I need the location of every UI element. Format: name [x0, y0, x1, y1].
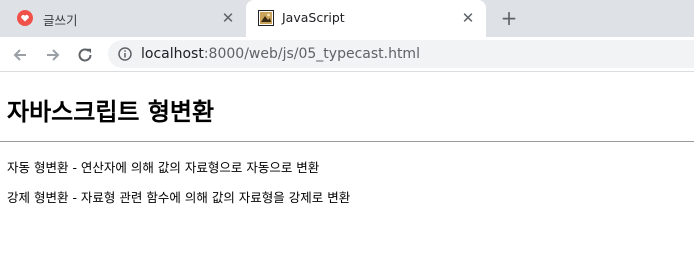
info-icon[interactable]	[118, 47, 132, 61]
address-bar[interactable]: localhost:8000/web/js/05_typecast.html	[108, 40, 694, 68]
image-favicon-icon	[258, 10, 274, 26]
browser-toolbar: localhost:8000/web/js/05_typecast.html	[0, 37, 694, 72]
forward-button[interactable]	[41, 43, 65, 67]
url-path: :8000/web/js/05_typecast.html	[203, 46, 420, 62]
paragraph-forced-cast: 강제 형변환 - 자료형 관련 함수에 의해 값의 자료형을 강제로 변환	[7, 190, 351, 205]
arrow-left-icon	[13, 49, 26, 61]
tab-javascript[interactable]: JavaScript ✕	[246, 0, 486, 37]
new-tab-plus-icon[interactable]: +	[498, 7, 520, 29]
tab-title: JavaScript	[282, 10, 345, 25]
close-icon[interactable]: ✕	[459, 9, 477, 27]
horizontal-rule	[0, 141, 694, 142]
tab-strip: 글쓰기 ✕ JavaScript ✕ +	[0, 0, 694, 37]
page-content: 자바스크립트 형변환 자동 형변환 - 연산자에 의해 값의 자료형으로 자동으…	[0, 72, 694, 257]
url-host: localhost	[141, 46, 204, 62]
close-icon[interactable]: ✕	[219, 9, 237, 27]
page-heading: 자바스크립트 형변환	[7, 98, 215, 126]
back-button[interactable]	[8, 43, 32, 67]
heart-favicon-icon	[17, 10, 33, 26]
reload-icon	[78, 48, 92, 62]
arrow-right-icon	[47, 49, 60, 61]
paragraph-auto-cast: 자동 형변환 - 연산자에 의해 값의 자료형으로 자동으로 변환	[7, 160, 320, 175]
tab-write[interactable]: 글쓰기 ✕	[0, 0, 246, 37]
reload-button[interactable]	[73, 43, 97, 67]
url-text: localhost:8000/web/js/05_typecast.html	[141, 46, 420, 62]
tab-title: 글쓰기	[43, 13, 78, 28]
